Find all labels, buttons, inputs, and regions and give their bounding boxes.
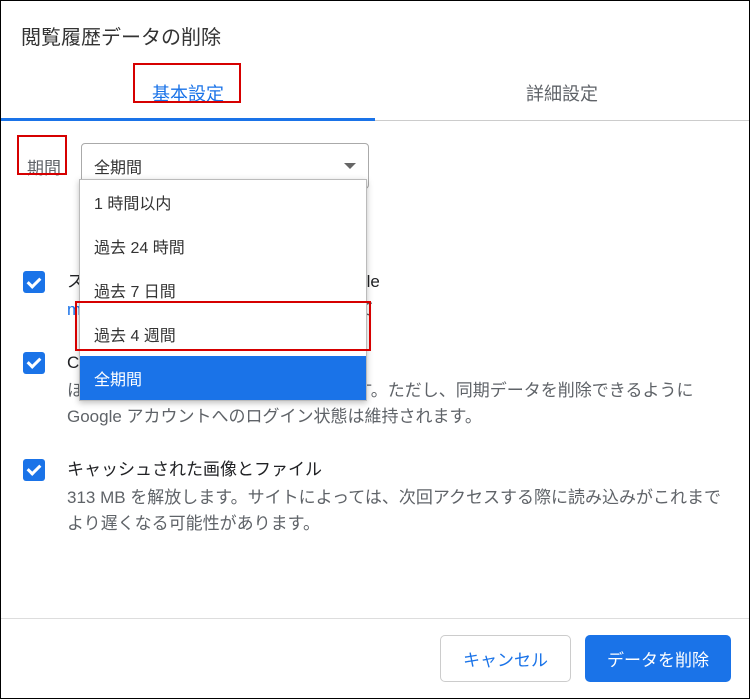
item-text: キャッシュされた画像とファイル 313 MB を解放します。サイトによっては、次… [67,457,727,538]
tab-advanced[interactable]: 詳細設定 [375,66,749,120]
checkbox-cookies[interactable] [23,352,45,374]
period-selected-value: 全期間 [94,154,142,178]
period-dropdown: 1 時間以内 過去 24 時間 過去 7 日間 過去 4 週間 全期間 [79,179,367,401]
dropdown-item-7d[interactable]: 過去 7 日間 [80,268,366,312]
dropdown-item-1h[interactable]: 1 時間以内 [80,180,366,224]
tab-label: 詳細設定 [526,84,598,104]
item-desc: 313 MB を解放します。サイトによっては、次回アクセスする際に読み込みがこれ… [67,485,727,538]
dropdown-item-24h[interactable]: 過去 24 時間 [80,224,366,268]
clear-browsing-data-dialog: 閲覧履歴データの削除 基本設定 詳細設定 期間 全期間 スの履歴を削除します。お… [0,0,750,699]
tab-label: 基本設定 [152,84,224,104]
caret-down-icon [344,163,356,169]
dialog-footer: キャンセル データを削除 [1,618,749,698]
dropdown-item-4w[interactable]: 過去 4 週間 [80,312,366,356]
checkbox-browsing-history[interactable] [23,271,45,293]
item-title: キャッシュされた画像とファイル [67,457,727,483]
period-label: 期間 [23,146,65,187]
tabs: 基本設定 詳細設定 [1,66,749,121]
dropdown-item-all[interactable]: 全期間 [80,356,366,400]
delete-button[interactable]: データを削除 [585,635,731,682]
dialog-title: 閲覧履歴データの削除 [1,1,749,60]
list-item: キャッシュされた画像とファイル 313 MB を解放します。サイトによっては、次… [23,457,727,538]
checkbox-cache[interactable] [23,459,45,481]
tab-basic[interactable]: 基本設定 [1,66,375,120]
cancel-button[interactable]: キャンセル [440,635,571,682]
